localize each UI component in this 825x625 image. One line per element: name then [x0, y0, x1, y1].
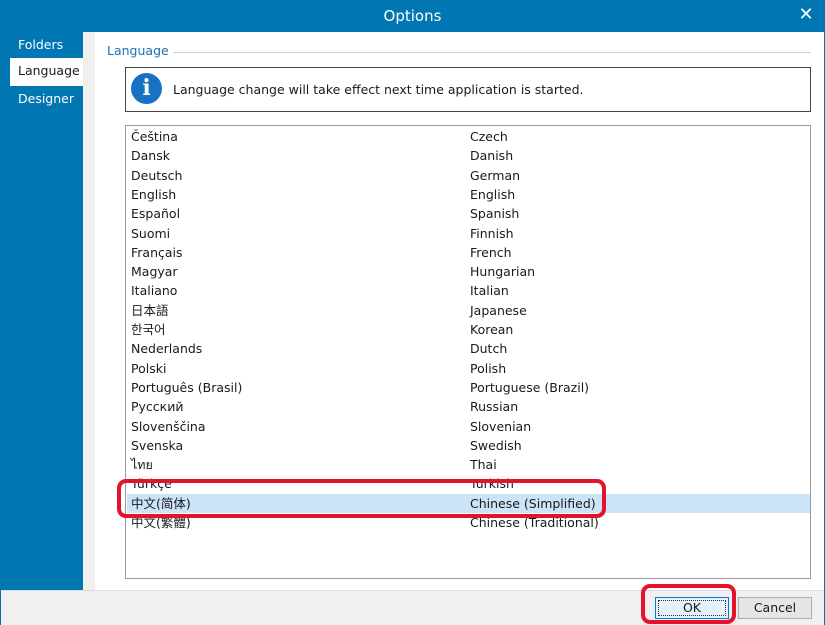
language-row[interactable]: Italiano Italian	[127, 281, 810, 300]
cancel-button[interactable]: Cancel	[738, 597, 812, 619]
language-panel: Language i Language change will take eff…	[95, 32, 824, 590]
language-english-name: Russian	[470, 399, 519, 415]
info-icon: i	[131, 73, 162, 104]
language-native-name: English	[131, 186, 177, 202]
language-english-name: Slovenian	[470, 418, 532, 434]
language-english-name: German	[470, 167, 521, 183]
language-english-name: Japanese	[470, 302, 527, 318]
content-area: Language i Language change will take eff…	[83, 32, 824, 590]
language-row[interactable]: English English	[127, 185, 810, 204]
sidebar-item-folders[interactable]: Folders	[1, 32, 83, 60]
language-native-name: Deutsch	[131, 167, 183, 183]
group-label-language: Language	[107, 43, 169, 58]
language-row[interactable]: Čeština Czech	[127, 127, 810, 146]
language-row[interactable]: 日本語 Japanese	[127, 301, 810, 320]
group-divider	[173, 52, 811, 53]
language-row[interactable]: Polski Polish	[127, 359, 810, 378]
language-native-name: Suomi	[131, 225, 171, 241]
language-english-name: Finnish	[470, 225, 514, 241]
language-native-name: Magyar	[131, 264, 178, 280]
language-english-name: Chinese (Simplified)	[470, 495, 596, 511]
language-row[interactable]: 中文(繁體) Chinese (Traditional)	[127, 513, 810, 532]
language-native-name: Português (Brasil)	[131, 379, 243, 395]
close-icon[interactable]: ✕	[796, 5, 816, 25]
language-row[interactable]: Türkçe Turkish	[127, 474, 810, 493]
language-english-name: Hungarian	[470, 264, 536, 280]
language-row[interactable]: 中文(简体) Chinese (Simplified)	[127, 493, 810, 513]
language-native-name: Español	[131, 206, 181, 222]
language-native-name: Svenska	[131, 437, 184, 453]
window-title: Options	[383, 7, 442, 25]
language-english-name: Turkish	[470, 476, 514, 492]
language-english-name: Thai	[470, 457, 497, 473]
language-english-name: English	[470, 186, 516, 202]
language-english-name: Spanish	[470, 206, 520, 222]
language-native-name: Polski	[131, 360, 167, 376]
language-row[interactable]: Français French	[127, 243, 810, 262]
language-native-name: 한국어	[131, 322, 166, 337]
language-native-name: Slovenščina	[131, 418, 206, 434]
options-dialog: Options ✕ Folders Language Designer Lang…	[0, 0, 825, 625]
info-message: Language change will take effect next ti…	[173, 82, 584, 97]
language-row[interactable]: 한국어 Korean	[127, 320, 810, 339]
language-native-name: Türkçe	[131, 476, 172, 492]
language-row[interactable]: Nederlands Dutch	[127, 339, 810, 358]
sidebar-item-language[interactable]: Language	[10, 58, 83, 86]
dialog-footer: OK Cancel	[1, 590, 824, 625]
language-english-name: Polish	[470, 360, 507, 376]
info-message-box: i Language change will take effect next …	[125, 67, 811, 112]
sidebar-item-designer[interactable]: Designer	[1, 86, 83, 114]
language-english-name: Swedish	[470, 437, 522, 453]
language-native-name: Русский	[131, 399, 184, 415]
language-native-name: Čeština	[131, 129, 178, 144]
language-english-name: French	[470, 244, 512, 260]
language-english-name: Korean	[470, 322, 514, 337]
language-row[interactable]: Svenska Swedish	[127, 436, 810, 455]
language-native-name: 日本語	[131, 302, 169, 318]
language-row[interactable]: Dansk Danish	[127, 146, 810, 165]
language-row[interactable]: Español Spanish	[127, 204, 810, 223]
language-row[interactable]: Suomi Finnish	[127, 224, 810, 243]
ok-button[interactable]: OK	[655, 597, 729, 619]
sidebar: Folders Language Designer	[1, 32, 83, 590]
language-native-name: Nederlands	[131, 341, 203, 357]
title-bar[interactable]: Options ✕	[1, 1, 824, 32]
language-row[interactable]: ไทย Thai	[127, 455, 810, 474]
language-english-name: Portuguese (Brazil)	[470, 379, 590, 395]
language-english-name: Italian	[470, 283, 509, 299]
language-row[interactable]: Deutsch German	[127, 166, 810, 185]
language-english-name: Dutch	[470, 341, 508, 357]
language-native-name: Français	[131, 244, 183, 260]
language-native-name: Dansk	[131, 148, 170, 164]
language-list[interactable]: Čeština Czech Dansk Danish Deutsch German Engl…	[125, 125, 811, 579]
language-native-name: 中文(简体)	[131, 495, 191, 511]
language-english-name: Czech	[470, 129, 508, 144]
language-row[interactable]: Português (Brasil) Portuguese (Brazil)	[127, 378, 810, 397]
language-row[interactable]: Magyar Hungarian	[127, 262, 810, 281]
language-native-name: ไทย	[131, 457, 153, 473]
focus-rectangle	[658, 600, 726, 616]
language-row[interactable]: Slovenščina Slovenian	[127, 417, 810, 436]
language-english-name: Danish	[470, 148, 514, 164]
language-native-name: Italiano	[131, 283, 178, 299]
language-native-name: 中文(繁體)	[131, 515, 191, 530]
language-english-name: Chinese (Traditional)	[470, 515, 599, 530]
language-row[interactable]: Русский Russian	[127, 397, 810, 416]
